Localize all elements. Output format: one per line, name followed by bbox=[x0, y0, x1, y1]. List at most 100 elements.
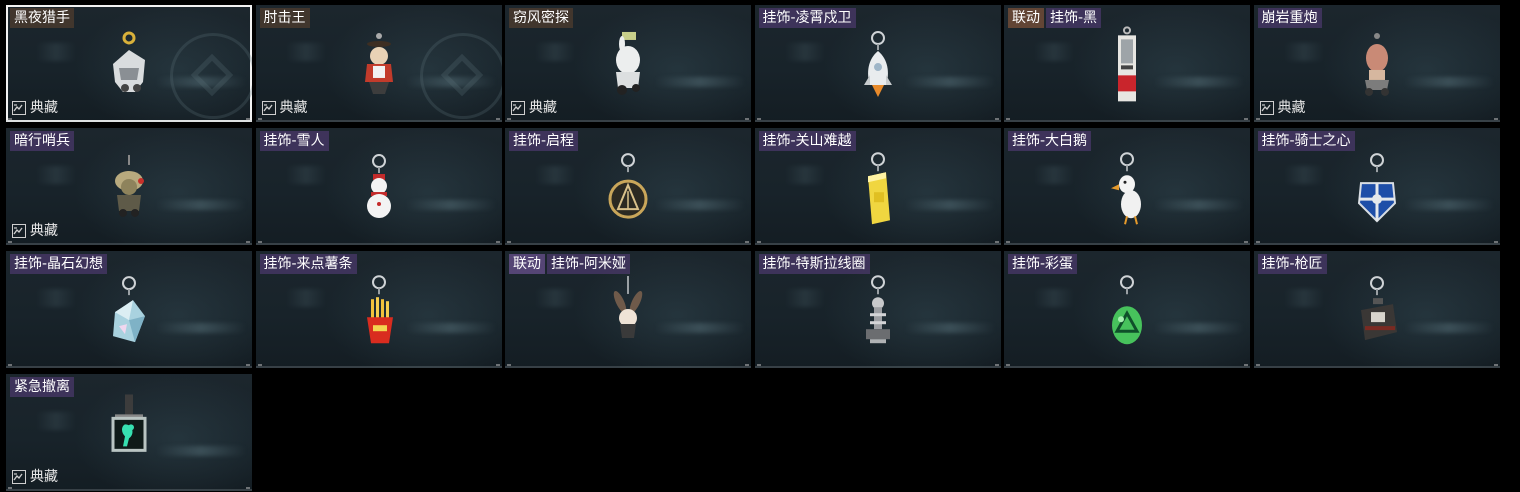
charm-card[interactable]: 窃风密探 典藏 bbox=[505, 5, 751, 122]
card-title: 挂饰-特斯拉线圈 bbox=[758, 254, 870, 274]
background-streak bbox=[405, 200, 496, 210]
background-streak bbox=[784, 166, 825, 184]
card-title: 挂饰-彩蛋 bbox=[1008, 254, 1078, 274]
card-corner-tick bbox=[246, 487, 250, 489]
card-title-row: 崩岩重炮 bbox=[1257, 8, 1322, 28]
rocket-charm-icon bbox=[848, 29, 908, 105]
background-streak bbox=[1034, 289, 1074, 307]
charm-card[interactable]: 肘击王 典藏 bbox=[255, 5, 502, 122]
card-corner-tick bbox=[745, 241, 749, 243]
collection-badge: 典藏 bbox=[12, 100, 58, 116]
card-bottom-line bbox=[1253, 366, 1500, 368]
card-title: 挂饰-凌霄戍卫 bbox=[758, 8, 856, 28]
collection-badge: 典藏 bbox=[12, 223, 58, 239]
charm-card[interactable]: 联动 挂饰-阿米娅 bbox=[505, 251, 751, 368]
collection-badge: 典藏 bbox=[12, 469, 58, 485]
green-egg-charm-icon bbox=[1097, 273, 1157, 353]
charm-card[interactable]: 挂饰-关山难越 bbox=[754, 128, 1001, 245]
background-streak bbox=[655, 77, 745, 87]
card-title: 挂饰-大白鹅 bbox=[1008, 131, 1092, 151]
background-streak bbox=[904, 77, 995, 87]
charm-card[interactable]: 挂饰-启程 bbox=[505, 128, 751, 245]
card-corner-tick bbox=[1244, 241, 1248, 243]
charm-card[interactable]: 挂饰-彩蛋 bbox=[1004, 251, 1250, 368]
card-corner-tick bbox=[1006, 364, 1010, 366]
sentinel-figure-icon bbox=[99, 152, 159, 226]
background-streak bbox=[36, 289, 76, 307]
charm-card[interactable]: 挂饰-大白鹅 bbox=[1004, 128, 1250, 245]
card-title: 挂饰-枪匠 bbox=[1257, 254, 1327, 274]
fries-charm-icon bbox=[349, 273, 409, 353]
card-title: 暗行哨兵 bbox=[10, 131, 74, 151]
card-bottom-line bbox=[505, 366, 751, 368]
card-title-row: 紧急撤离 bbox=[10, 377, 74, 397]
collection-badge: 典藏 bbox=[261, 100, 308, 116]
background-streak bbox=[535, 289, 575, 307]
card-corner-tick bbox=[994, 118, 999, 120]
card-corner-tick bbox=[246, 241, 250, 243]
background-streak bbox=[156, 323, 246, 333]
background-streak bbox=[1283, 43, 1324, 61]
background-streak bbox=[1283, 289, 1324, 307]
card-corner-tick bbox=[507, 364, 511, 366]
card-bottom-line bbox=[6, 489, 252, 491]
card-bottom-line bbox=[255, 243, 502, 245]
charm-card[interactable]: 挂饰-骑士之心 bbox=[1253, 128, 1500, 245]
card-title-row: 联动 挂饰-黑 bbox=[1008, 8, 1102, 28]
charm-card[interactable]: 紧急撤离 典藏 bbox=[6, 374, 252, 491]
card-title-row: 黑夜猎手 bbox=[10, 8, 74, 28]
charm-card[interactable]: 崩岩重炮 典藏 bbox=[1253, 5, 1500, 122]
card-bottom-line bbox=[1253, 243, 1500, 245]
card-corner-tick bbox=[1255, 364, 1260, 366]
collab-tag: 联动 bbox=[1008, 8, 1044, 28]
card-title: 挂饰-启程 bbox=[509, 131, 579, 151]
charm-card[interactable]: 挂饰-雪人 bbox=[255, 128, 502, 245]
background-streak bbox=[655, 323, 745, 333]
card-bottom-line bbox=[1004, 120, 1250, 122]
card-title-row: 挂饰-来点薯条 bbox=[259, 254, 357, 274]
card-title-row: 挂饰-骑士之心 bbox=[1257, 131, 1355, 151]
card-title: 挂饰-雪人 bbox=[259, 131, 329, 151]
card-corner-tick bbox=[1244, 364, 1248, 366]
card-title-row: 挂饰-枪匠 bbox=[1257, 254, 1327, 274]
background-streak bbox=[1403, 323, 1494, 333]
card-bottom-line bbox=[6, 243, 252, 245]
card-title: 挂饰-黑 bbox=[1046, 8, 1102, 28]
card-title: 挂饰-来点薯条 bbox=[259, 254, 357, 274]
card-bottom-line bbox=[6, 366, 252, 368]
card-corner-tick bbox=[495, 241, 500, 243]
charm-card[interactable]: 挂饰-特斯拉线圈 bbox=[754, 251, 1001, 368]
background-streak bbox=[156, 446, 246, 456]
crystal-charm-icon bbox=[99, 274, 159, 352]
charm-card[interactable]: 暗行哨兵 典藏 bbox=[6, 128, 252, 245]
collection-label: 典藏 bbox=[30, 223, 58, 239]
card-corner-tick bbox=[246, 118, 250, 120]
card-bottom-line bbox=[754, 120, 1001, 122]
card-title-row: 挂饰-雪人 bbox=[259, 131, 329, 151]
card-corner-tick bbox=[507, 118, 511, 120]
background-streak bbox=[655, 200, 745, 210]
card-corner-tick bbox=[8, 487, 12, 489]
card-corner-tick bbox=[8, 364, 12, 366]
collection-badge: 典藏 bbox=[1259, 100, 1306, 116]
tesla-coil-charm-icon bbox=[848, 273, 908, 353]
background-streak bbox=[285, 289, 326, 307]
card-corner-tick bbox=[994, 241, 999, 243]
background-streak bbox=[285, 166, 326, 184]
charm-card[interactable]: 挂饰-枪匠 bbox=[1253, 251, 1500, 368]
card-title-row: 挂饰-大白鹅 bbox=[1008, 131, 1092, 151]
card-title-row: 窃风密探 bbox=[509, 8, 573, 28]
collection-label: 典藏 bbox=[529, 100, 557, 116]
charm-card[interactable]: 黑夜猎手 典藏 bbox=[6, 5, 252, 122]
card-charm-icon bbox=[1097, 25, 1157, 109]
gunsmith-case-charm-icon bbox=[1347, 274, 1407, 352]
card-title-row: 肘击王 bbox=[259, 8, 310, 28]
background-streak bbox=[1034, 166, 1074, 184]
charm-card[interactable]: 挂饰-来点薯条 bbox=[255, 251, 502, 368]
card-corner-tick bbox=[1006, 241, 1010, 243]
charm-card[interactable]: 联动 挂饰-黑 bbox=[1004, 5, 1250, 122]
background-streak bbox=[904, 323, 995, 333]
background-streak bbox=[535, 166, 575, 184]
charm-card[interactable]: 挂饰-凌霄戍卫 bbox=[754, 5, 1001, 122]
charm-card[interactable]: 挂饰-晶石幻想 bbox=[6, 251, 252, 368]
